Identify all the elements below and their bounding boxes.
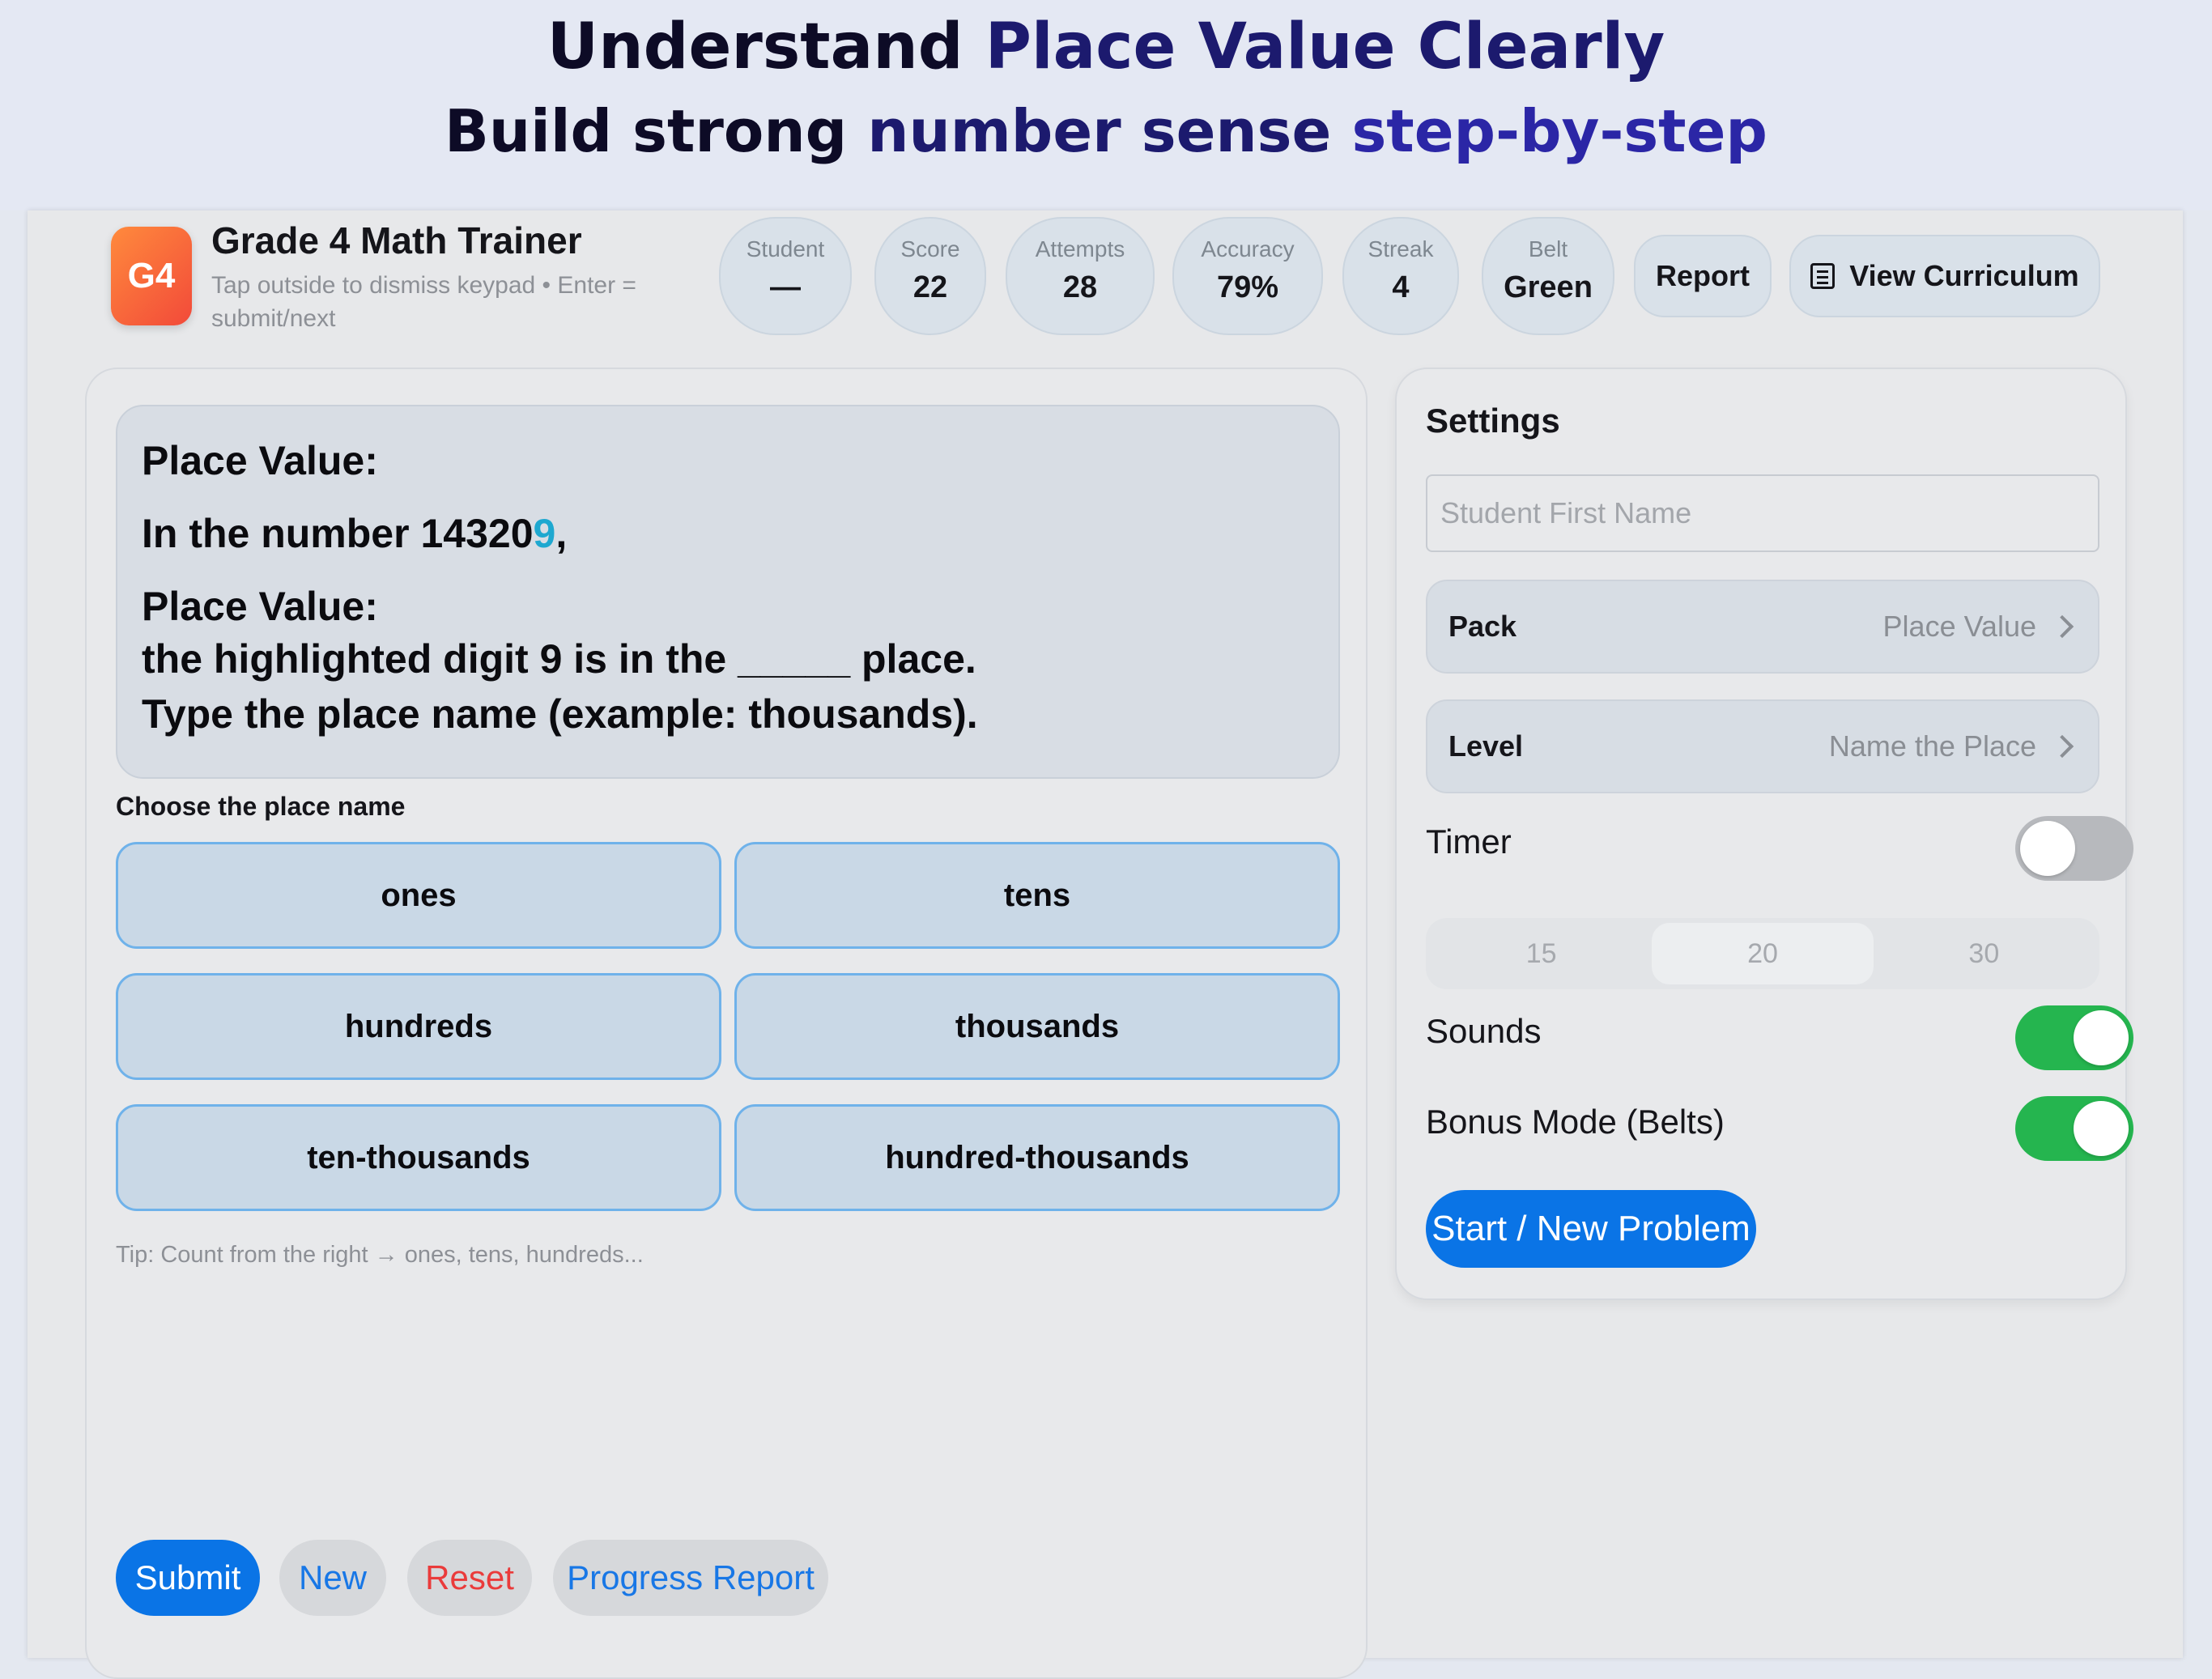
choices-label: Choose the place name [116,792,406,821]
toggle-knob [2020,821,2075,876]
stat-accuracy: Accuracy 79% [1172,217,1323,335]
stat-label: Streak [1368,236,1434,261]
stat-value: 28 [1062,270,1098,304]
stat-value: 22 [912,270,948,304]
app-screen: G4 Grade 4 Math Trainer Tap outside to d… [28,210,2183,1679]
stat-belt: Belt Green [1482,217,1614,335]
stat-attempts: Attempts 28 [1006,217,1155,335]
sounds-toggle[interactable] [2015,1005,2133,1070]
promo-banner: Understand Place Value Clearly Build str… [0,0,2212,210]
bonus-mode-label: Bonus Mode (Belts) [1426,1103,1725,1141]
chevron-right-icon [2050,734,2074,759]
view-curriculum-label: View Curriculum [1849,259,2079,292]
tip-text: Tip: Count from the right → ones, tens, … [116,1242,644,1268]
timer-option-30[interactable]: 30 [1874,923,2095,984]
highlighted-digit: 9 [533,511,556,556]
level-selector[interactable]: Level Name the Place [1426,699,2099,793]
problem-card: Place Value: In the number 143209, Place… [85,368,1368,1679]
banner-title-part1: Understand [547,11,985,83]
question-instruction: Type the place name (example: thousands)… [142,691,978,737]
app-title: Grade 4 Math Trainer [211,219,582,261]
choice-tens[interactable]: tens [734,842,1340,949]
question-number-line: In the number 143209, [142,508,1338,559]
question-subheading: Place Value: [142,584,378,629]
stat-label: Accuracy [1201,236,1295,261]
stat-label: Student [746,236,825,261]
settings-title: Settings [1426,402,1560,440]
question-number-prefix: In the number 14320 [142,511,534,556]
progress-report-button[interactable]: Progress Report [553,1540,828,1616]
banner-subtitle-part1: Build strong [445,97,868,165]
toggle-knob [2074,1010,2129,1065]
choice-ten-thousands[interactable]: ten-thousands [116,1104,721,1211]
level-value: Name the Place [1828,729,2036,763]
timer-seconds-segmented: 15 20 30 [1426,918,2099,989]
timer-toggle[interactable] [2015,816,2133,881]
chevron-right-icon [2050,614,2074,639]
toggle-knob [2074,1101,2129,1156]
timer-option-15[interactable]: 15 [1431,923,1652,984]
stat-label: Attempts [1035,236,1125,261]
stat-student: Student — [719,217,852,335]
new-button[interactable]: New [279,1540,386,1616]
start-new-problem-button[interactable]: Start / New Problem [1426,1190,1756,1268]
stat-value: — [770,270,801,304]
question-heading: Place Value: [142,438,378,483]
timer-option-20[interactable]: 20 [1652,923,1874,984]
app-logo: G4 [111,227,192,325]
view-curriculum-button[interactable]: View Curriculum [1789,235,2100,317]
stat-value: 79% [1216,270,1279,304]
document-list-icon [1810,263,1836,289]
choice-thousands[interactable]: thousands [734,973,1340,1080]
pack-selector[interactable]: Pack Place Value [1426,580,2099,674]
banner-title: Understand Place Value Clearly [0,6,2212,87]
question-number-suffix: , [555,511,568,556]
settings-panel: Settings Pack Place Value Level Name the… [1395,368,2133,1300]
pack-label: Pack [1448,610,1517,643]
reset-button[interactable]: Reset [407,1540,532,1616]
question-prompt: the highlighted digit 9 is in the _____ … [142,636,976,682]
stat-score: Score 22 [874,217,986,335]
question-panel: Place Value: In the number 143209, Place… [116,405,1340,779]
stat-label: Score [900,236,960,261]
stat-value: Green [1504,270,1593,304]
bonus-mode-toggle[interactable] [2015,1096,2133,1161]
stat-label: Belt [1528,236,1568,261]
stat-streak: Streak 4 [1342,217,1459,335]
pack-value: Place Value [1882,610,2036,643]
report-button[interactable]: Report [1634,235,1772,317]
sounds-label: Sounds [1426,1012,1542,1050]
choice-ones[interactable]: ones [116,842,721,949]
choice-hundreds[interactable]: hundreds [116,973,721,1080]
student-name-input[interactable] [1426,474,2099,552]
timer-label: Timer [1426,822,1512,861]
stat-value: 4 [1392,270,1410,304]
app-subtitle: Tap outside to dismiss keypad • Enter = … [211,272,636,332]
banner-subtitle: Build strong number sense step-by-step [0,91,2212,172]
level-label: Level [1448,729,1524,763]
banner-subtitle-part2: number sense [867,97,1352,165]
banner-title-part2: Place Value Clearly [985,11,1665,83]
submit-button[interactable]: Submit [116,1540,260,1616]
banner-subtitle-part3: step-by-step [1351,97,1767,165]
choice-hundred-thousands[interactable]: hundred-thousands [734,1104,1340,1211]
